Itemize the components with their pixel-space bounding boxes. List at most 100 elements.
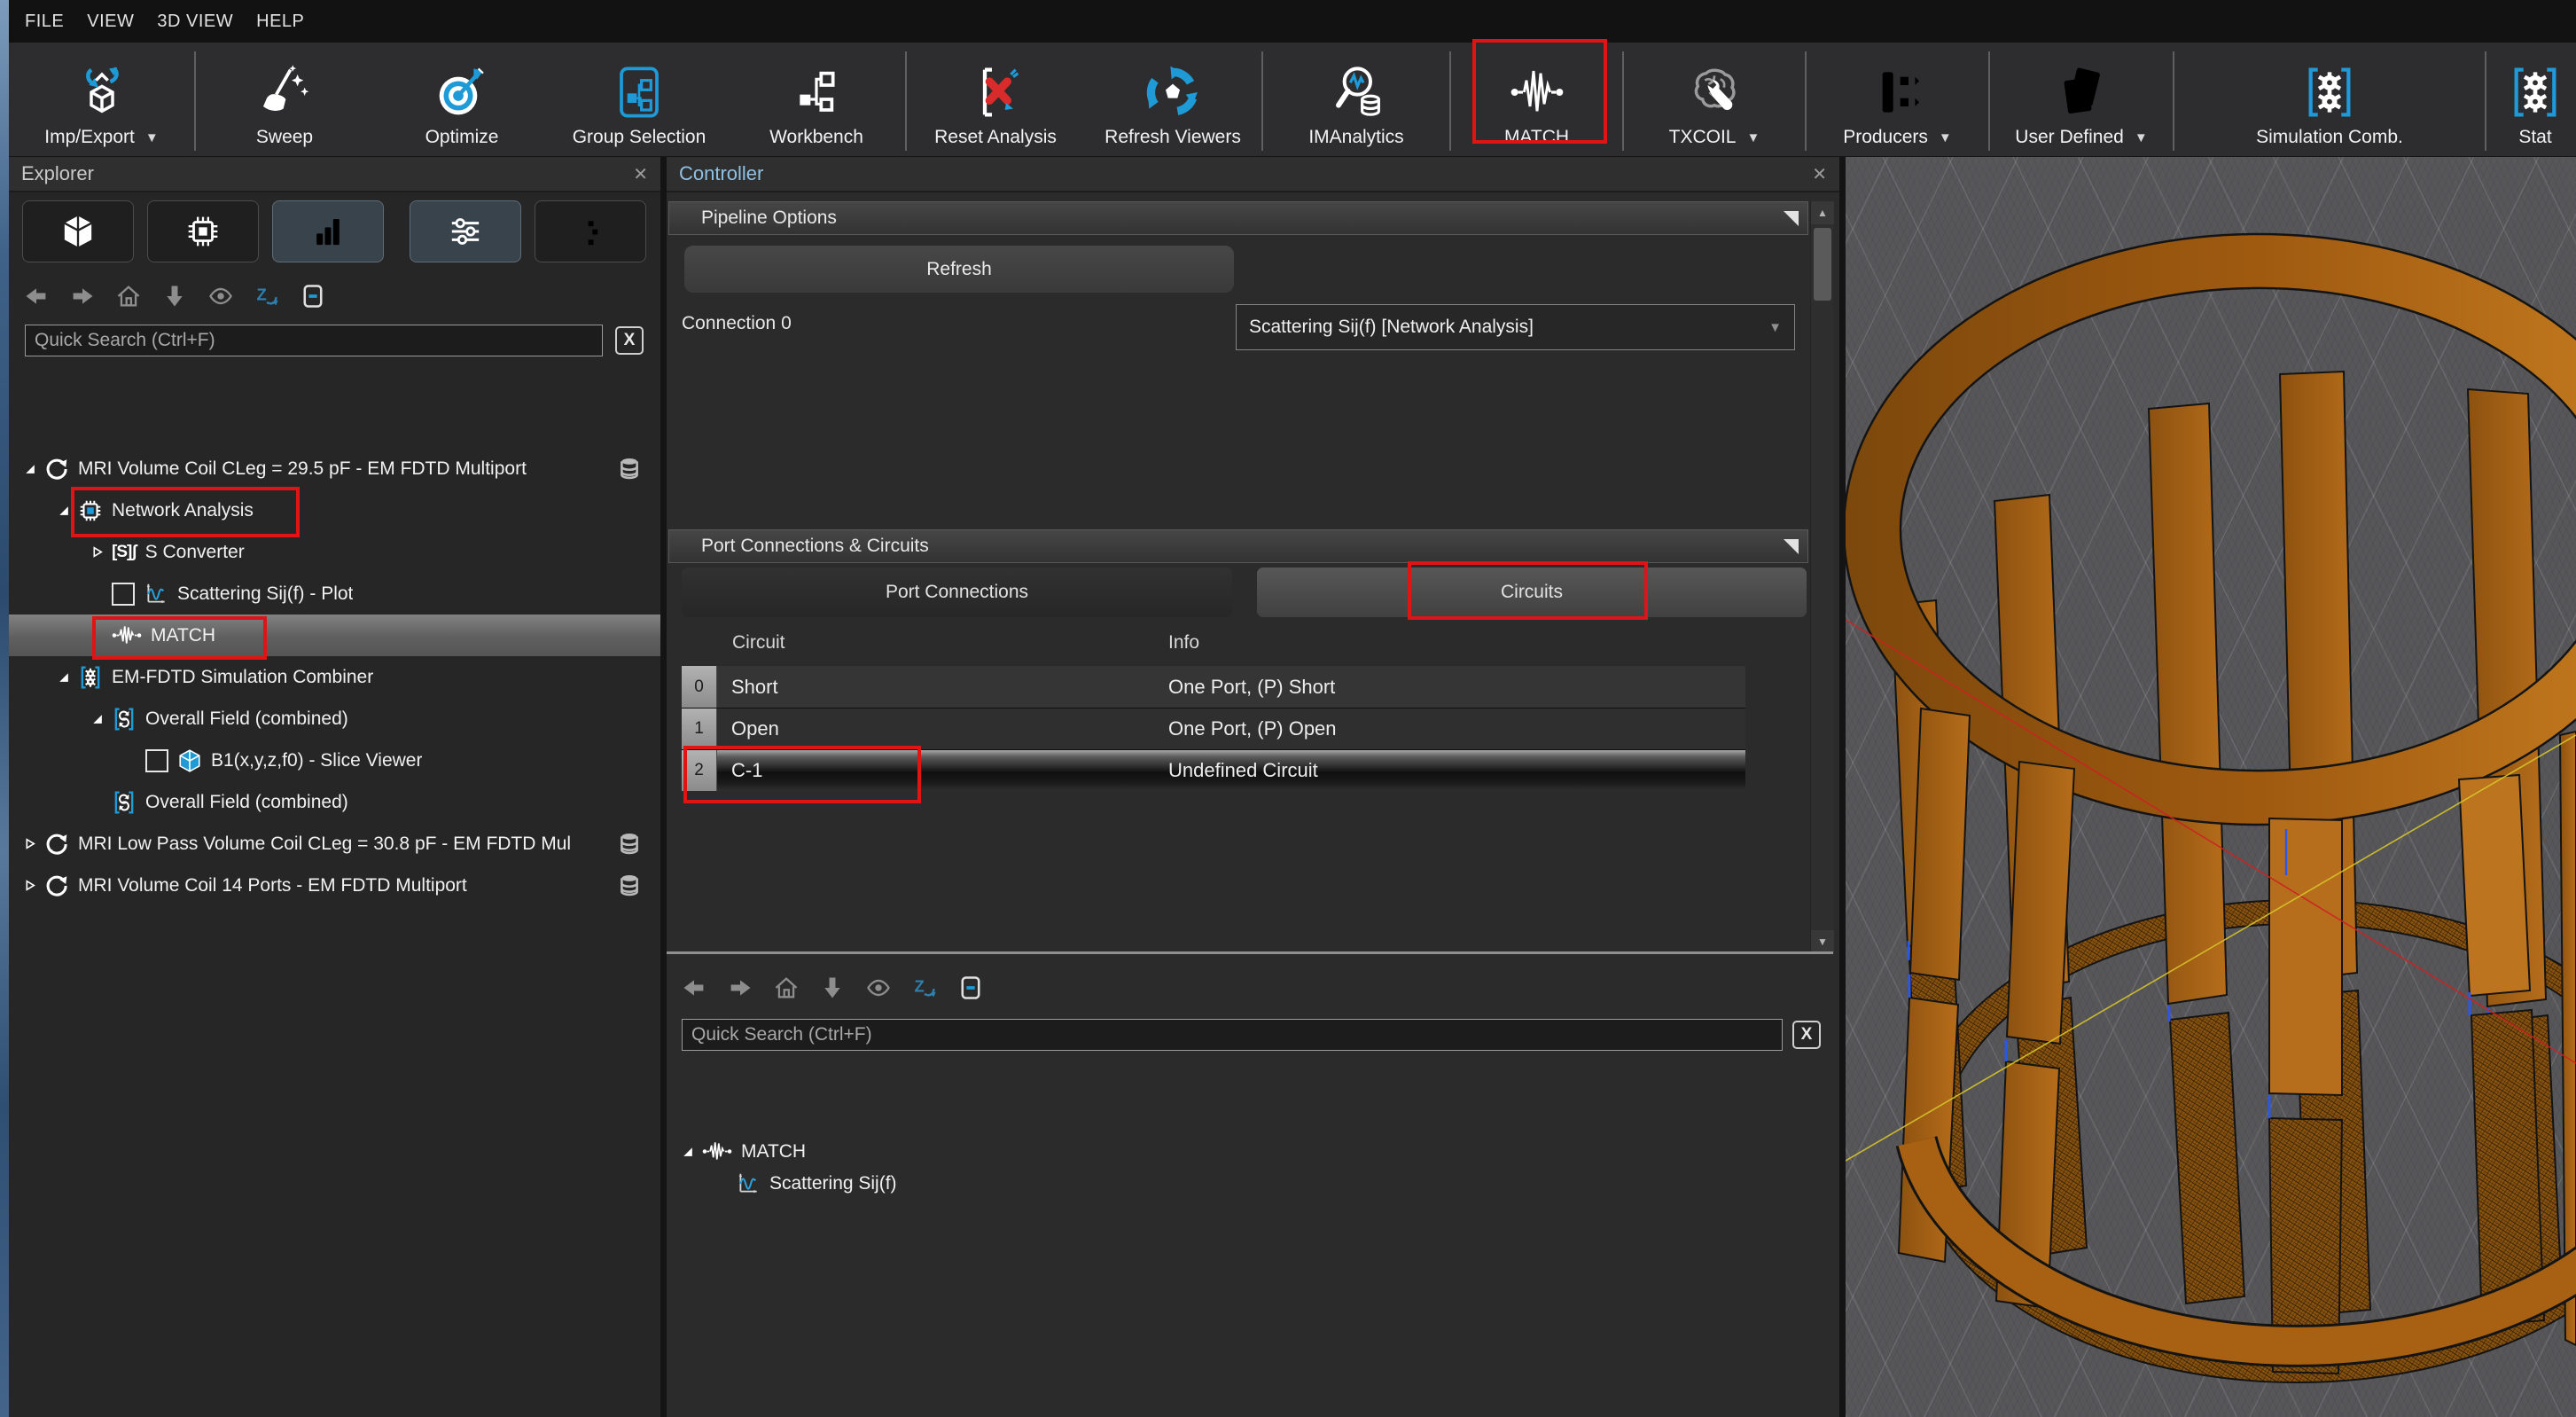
expander-closed-icon[interactable] [23, 837, 44, 850]
view-toggle-chip-view[interactable] [147, 200, 259, 262]
explorer-close-icon[interactable]: ✕ [633, 163, 648, 185]
sim-cycle-icon [44, 832, 69, 857]
chevron-down-icon[interactable]: ▼ [145, 130, 159, 145]
controller-nav-eye-icon[interactable] [865, 975, 892, 1001]
chevron-down-icon[interactable]: ▼ [1939, 130, 1952, 145]
expander-open-icon[interactable] [57, 504, 78, 517]
connection-0-select[interactable]: Scattering Sij(f) [Network Analysis] ▼ [1236, 304, 1795, 350]
toolbar-button-user-defined[interactable]: User Defined▼ [1990, 43, 2173, 156]
scroll-up-button[interactable]: ▲ [1811, 201, 1834, 224]
view-toggle-chart-view[interactable] [272, 200, 384, 262]
tab-port-connections[interactable]: Port Connections [682, 568, 1232, 617]
scrollbar-thumb[interactable] [1814, 228, 1831, 301]
toolbar-button-reset-analysis[interactable]: Reset Analysis [907, 43, 1084, 156]
tree-item-mri-volume-coil-cleg-29-5-pf-e[interactable]: MRI Volume Coil CLeg = 29.5 pF - EM FDTD… [9, 448, 660, 489]
s-converter-icon: [S]ʃ [112, 543, 137, 562]
visibility-checkbox[interactable] [112, 583, 135, 606]
tree-item-em-fdtd-simulation-combiner[interactable]: EM-FDTD Simulation Combiner [9, 656, 660, 698]
explorer-nav-z-order-icon[interactable]: Z [254, 283, 280, 309]
expander-open-icon[interactable] [90, 712, 112, 725]
menu-item-help[interactable]: HELP [256, 12, 304, 32]
view-toggle-cube-view[interactable] [22, 200, 134, 262]
explorer-nav-arrow-right-icon[interactable] [69, 283, 96, 309]
menu-item-file[interactable]: FILE [25, 12, 64, 32]
toolbar-button-imanalytics[interactable]: IMAnalytics [1263, 43, 1449, 156]
expander-closed-icon[interactable] [90, 545, 112, 559]
sim-cycle-icon [44, 873, 69, 898]
controller-search-input[interactable] [682, 1019, 1783, 1051]
circuit-row-open[interactable]: 1 Open One Port, (P) Open [682, 708, 1745, 749]
expander-closed-icon[interactable] [23, 879, 44, 892]
view-toggle-sliders-view[interactable] [410, 200, 521, 262]
tree-item-s-converter[interactable]: [S]ʃS Converter [9, 531, 660, 573]
toolbar-button-optimize[interactable]: Optimize [373, 43, 550, 156]
tree-item-scattering-sij-f-[interactable]: Scattering Sij(f) [667, 1163, 1839, 1204]
chevron-down-icon[interactable]: ▼ [2135, 130, 2148, 145]
toolbar-button-simulation-comb-[interactable]: Simulation Comb. [2174, 43, 2485, 156]
controller-nav-arrow-down-icon[interactable] [819, 975, 846, 1001]
toolbar-button-stat[interactable]: Stat [2486, 43, 2576, 156]
tree-item-label: Overall Field (combined) [145, 708, 348, 730]
toolbar-button-imp-export[interactable]: Imp/Export▼ [9, 43, 194, 156]
controller-scrollbar[interactable]: ▲ ▼ [1810, 201, 1833, 953]
visibility-checkbox[interactable] [145, 749, 168, 772]
controller-nav-home-icon[interactable] [773, 975, 800, 1001]
refresh-button[interactable]: Refresh [684, 246, 1234, 293]
explorer-search-input[interactable] [25, 325, 603, 356]
port-connections-section-header[interactable]: Port Connections & Circuits [668, 529, 1808, 563]
explorer-nav-eye-icon[interactable] [207, 283, 234, 309]
toolbar-button-txcoil[interactable]: TXCOIL▼ [1624, 43, 1805, 156]
controller-splitter[interactable] [667, 951, 1833, 954]
explorer-controller-splitter[interactable] [660, 157, 667, 1417]
sim-cycle-icon [44, 457, 69, 481]
toolbar-button-sweep[interactable]: Sweep [196, 43, 373, 156]
controller-nav-arrow-left-icon[interactable] [681, 975, 707, 1001]
column-header-circuit: Circuit [732, 632, 785, 654]
circuit-row-short[interactable]: 0 Short One Port, (P) Short [682, 666, 1745, 708]
toolbar-button-group-selection[interactable]: Group Selection [550, 43, 728, 156]
controller-search-clear-button[interactable]: X [1792, 1021, 1821, 1049]
view-toggle-tree-view[interactable] [535, 200, 646, 262]
menu-item-3d-view[interactable]: 3D VIEW [157, 12, 233, 32]
connection-0-label: Connection 0 [682, 313, 792, 334]
tree-item-overall-field-combined-[interactable]: Overall Field (combined) [9, 698, 660, 740]
tree-item-match[interactable]: MATCH [9, 615, 660, 656]
explorer-nav-minus-box-icon[interactable] [300, 283, 326, 309]
explorer-nav-arrow-down-icon[interactable] [161, 283, 188, 309]
3d-viewport[interactable] [1846, 157, 2576, 1417]
tree-item-overall-field-combined-[interactable]: Overall Field (combined) [9, 781, 660, 823]
toolbar-button-workbench[interactable]: Workbench [728, 43, 905, 156]
controller-nav-minus-box-icon[interactable] [957, 975, 984, 1001]
explorer-nav-arrow-left-icon[interactable] [23, 283, 50, 309]
expander-open-icon[interactable] [23, 462, 44, 475]
controller-viewport-splitter[interactable] [1839, 157, 1846, 1417]
expander-open-icon[interactable] [57, 670, 78, 684]
menu-item-view[interactable]: VIEW [87, 12, 134, 32]
scroll-down-button[interactable]: ▼ [1811, 930, 1834, 953]
tab-circuits[interactable]: Circuits [1257, 568, 1807, 617]
combiner-icon [78, 665, 103, 690]
controller-close-icon[interactable]: ✕ [1812, 163, 1827, 185]
row-index: 1 [682, 708, 717, 749]
toolbar-button-producers[interactable]: Producers▼ [1807, 43, 1988, 156]
tree-item-mri-volume-coil-14-ports-em-fd[interactable]: MRI Volume Coil 14 Ports - EM FDTD Multi… [9, 865, 660, 906]
controller-nav-z-order-icon[interactable]: Z [911, 975, 938, 1001]
controller-title: Controller [679, 162, 763, 185]
toolbar-button-match[interactable]: MATCH [1451, 43, 1622, 156]
explorer-nav-home-icon[interactable] [115, 283, 142, 309]
refresh-cycle-icon [1144, 64, 1201, 121]
explorer-search-clear-button[interactable]: X [615, 326, 644, 355]
controller-nav-arrow-right-icon[interactable] [727, 975, 753, 1001]
chevron-down-icon[interactable]: ▼ [1747, 130, 1760, 145]
tree-item-network-analysis[interactable]: Network Analysis [9, 489, 660, 531]
cube-view-icon [59, 213, 97, 250]
pipeline-options-section-header[interactable]: Pipeline Options [668, 201, 1808, 235]
circuit-cell: Open [717, 717, 1156, 740]
circuit-row-c-1[interactable]: 2 C-1 Undefined Circuit [682, 749, 1745, 791]
tree-item-b1-x-y-z-f0-slice-viewer[interactable]: B1(x,y,z,f0) - Slice Viewer [9, 740, 660, 781]
chip-view-icon [184, 213, 222, 250]
toolbar-button-refresh-viewers[interactable]: Refresh Viewers [1084, 43, 1261, 156]
tree-item-mri-low-pass-volume-coil-cleg-[interactable]: MRI Low Pass Volume Coil CLeg = 30.8 pF … [9, 823, 660, 865]
tree-item-scattering-sij-f-plot[interactable]: Scattering Sij(f) - Plot [9, 573, 660, 615]
expander-open-icon[interactable] [681, 1145, 702, 1158]
